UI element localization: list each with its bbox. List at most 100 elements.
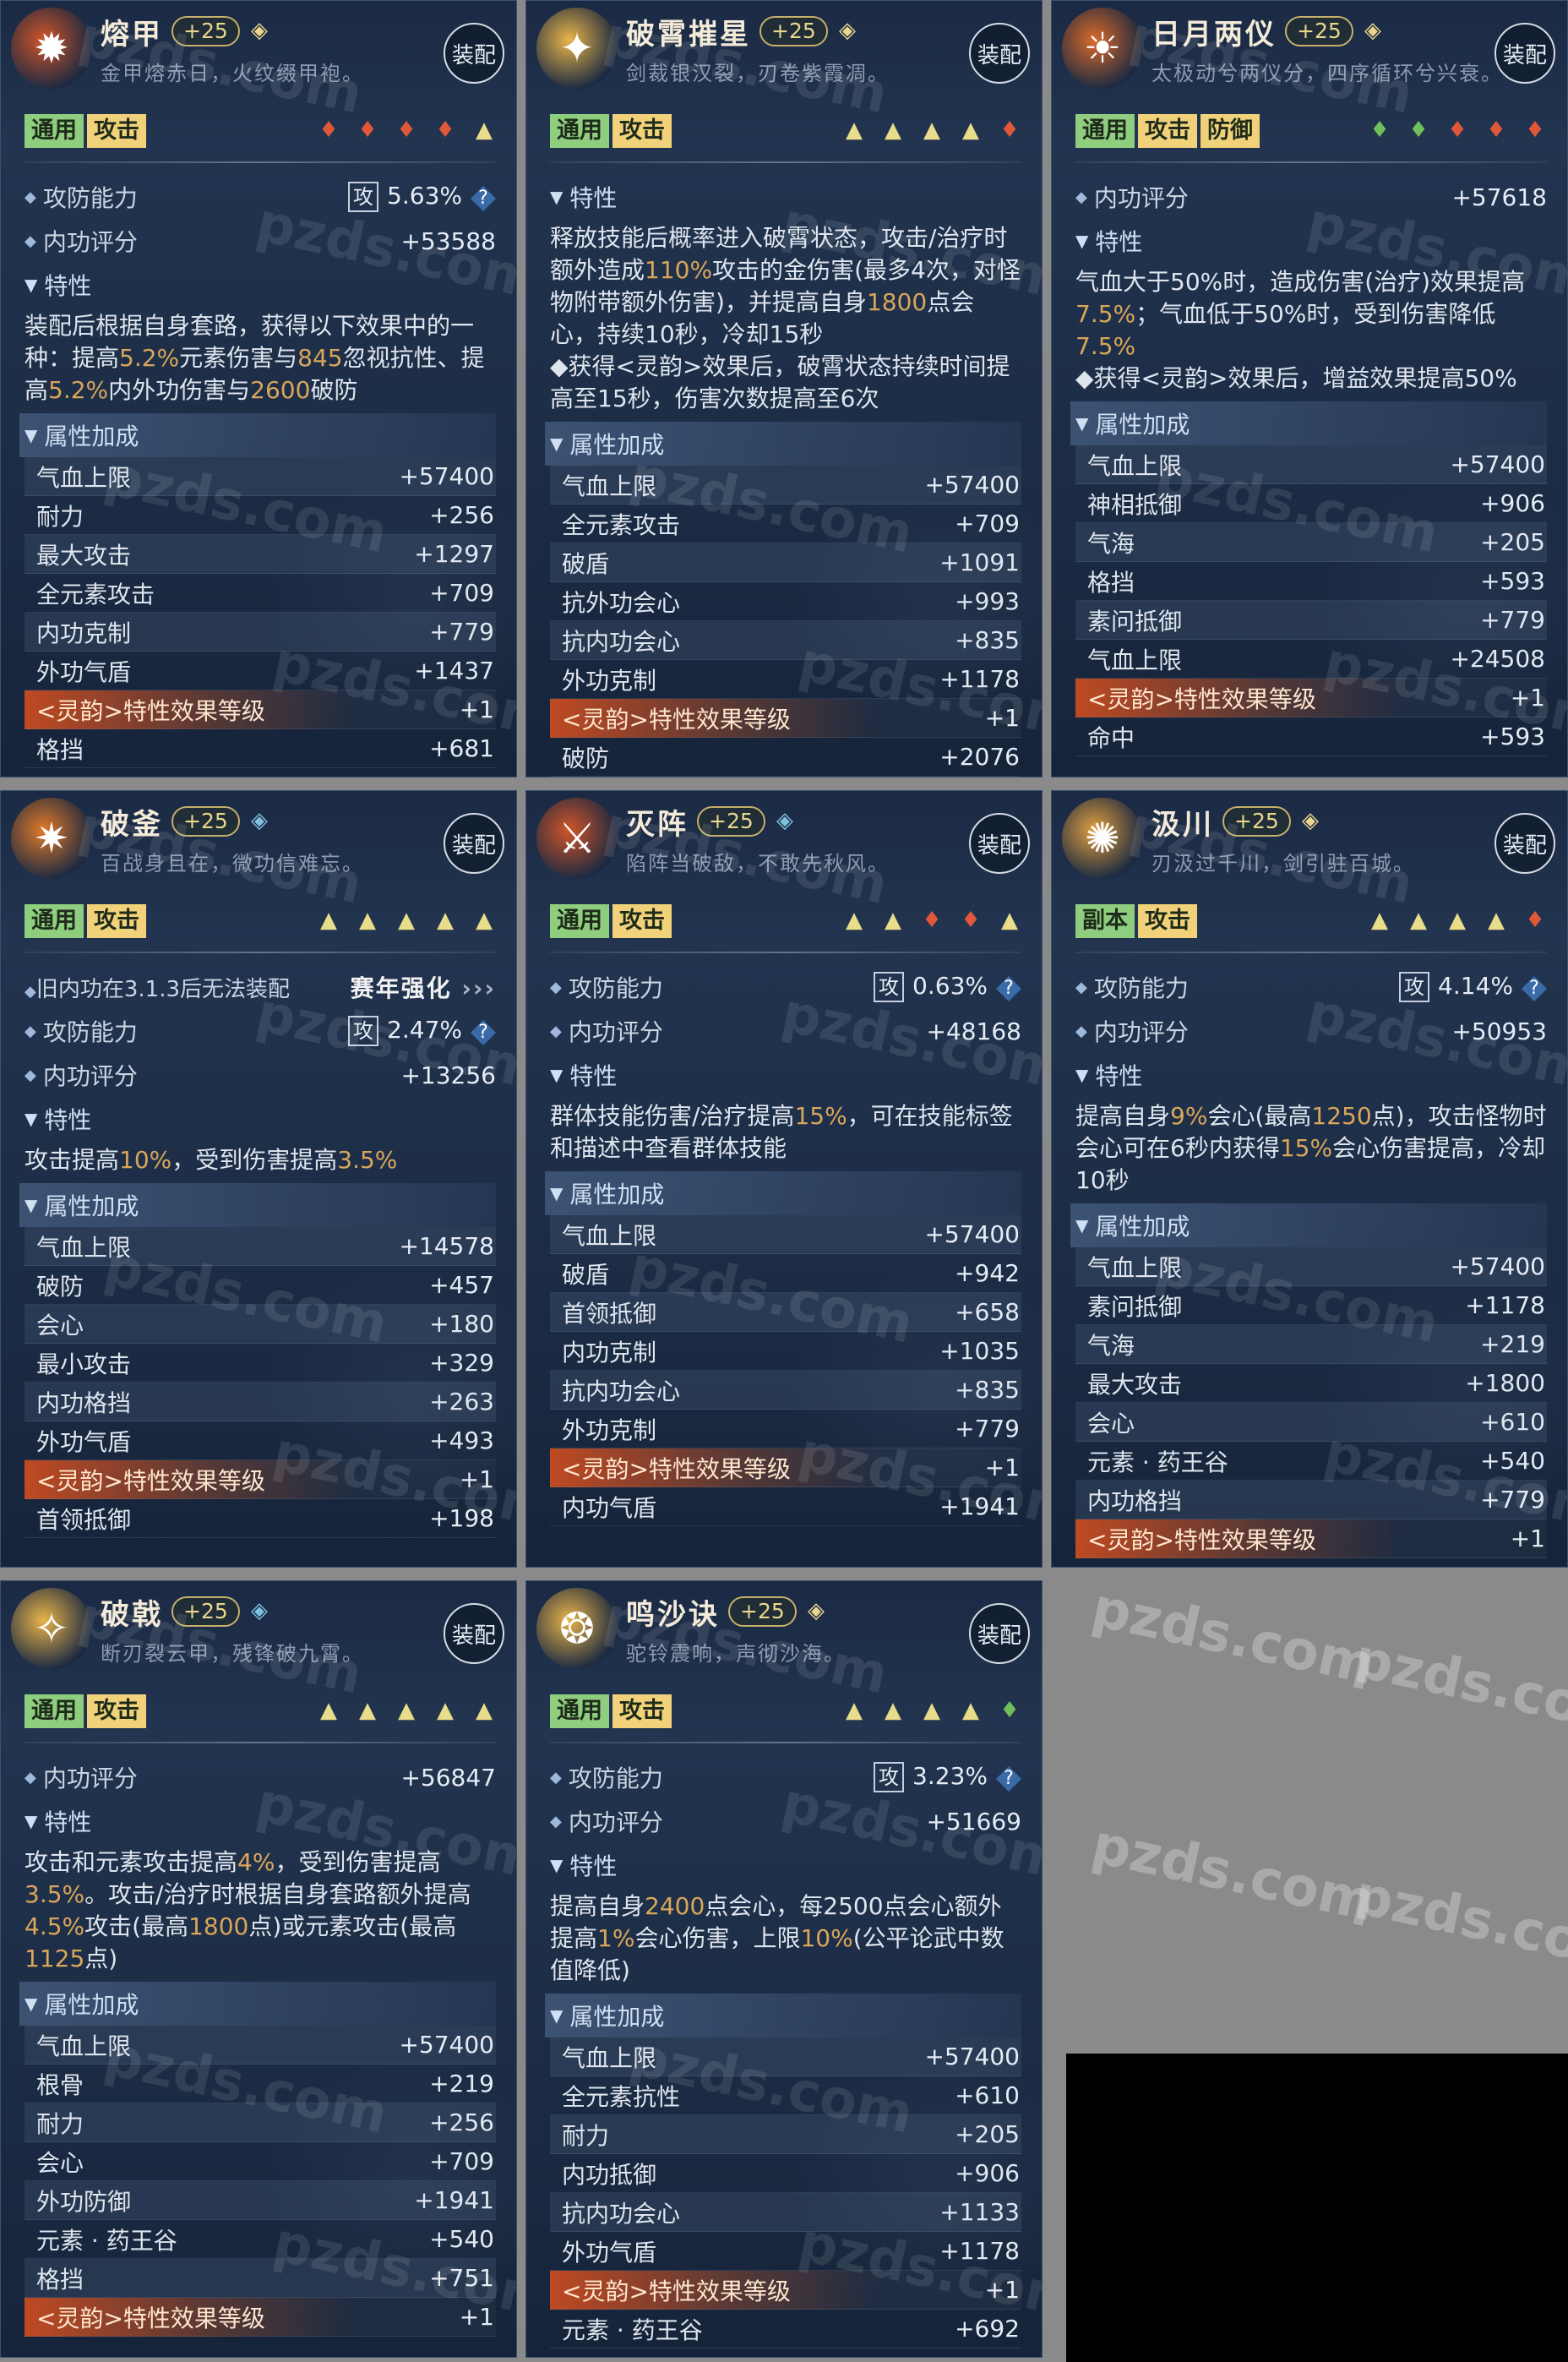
stat-value: +1	[1510, 1525, 1545, 1552]
stat-row: 命中 +593	[1075, 717, 1547, 756]
triangle-icon: ▲	[1410, 908, 1427, 933]
stat-row: <灵韵>特性效果等级 +1	[24, 690, 496, 729]
stat-row: 外功防御 +1941	[24, 2181, 496, 2220]
flame-icon: ♦	[922, 908, 942, 933]
equipment-card[interactable]: ⚔ 灭阵 +25 ◈ 陷阵当破敌，不敢先秋风。 装配 通用 攻击 ▲ ▲ ♦ ♦ ▲ ◆ 攻防能力 攻 0.63…	[525, 790, 1043, 1568]
trait-header[interactable]: ▼ 特性	[550, 1053, 1021, 1097]
desc-seg: 气血大于50%时，造成伤害(治疗)效果提高	[1075, 268, 1526, 296]
stat-name: <灵韵>特性效果等级	[36, 2304, 265, 2332]
trait-header[interactable]: ▼ 特性	[24, 263, 496, 307]
bonus-header[interactable]: ▼ 属性加成	[19, 1982, 496, 2026]
score-value: +53588	[400, 226, 496, 255]
stat-name: <灵韵>特性效果等级	[1087, 685, 1316, 713]
score-label-wrap: ◆ 内功评分	[550, 1014, 663, 1048]
equipment-card[interactable]: ✧ 破戟 +25 ◈ 断刃裂云甲，残锋破九霄。 装配 通用 攻击 ▲ ▲ ▲ ▲ ▲ ◆ 内功评分 +5684…	[0, 1580, 517, 2358]
stat-row: <灵韵>特性效果等级 +1	[550, 2271, 1021, 2310]
stat-value: +1178	[939, 2237, 1020, 2265]
stat-row: 破防 +2076	[550, 738, 1021, 777]
stat-name: 最大攻击	[1087, 1370, 1183, 1399]
equip-button[interactable]: 装配	[969, 23, 1030, 84]
bonus-header[interactable]: ▼ 属性加成	[19, 413, 496, 457]
help-icon[interactable]: ?	[996, 976, 1021, 1001]
stat-name: 全元素攻击	[36, 580, 155, 608]
stat-value: +180	[429, 1310, 494, 1338]
note-right-text: 赛年强化	[350, 974, 452, 1002]
equipment-card[interactable]: ✹ 熔甲 +25 ◈ 金甲熔赤日，火纹缀甲袍。 装配 通用 攻击 ♦ ♦ ♦ ♦ ▲ ◆ 攻防能力 攻 5.63…	[0, 0, 517, 777]
card-name: 熔甲	[101, 18, 163, 52]
equip-button[interactable]: 装配	[444, 1603, 504, 1664]
trait-header[interactable]: ▼ 特性	[1075, 1053, 1547, 1097]
triangle-icon: ▲	[1449, 908, 1466, 933]
stat-name: 会心	[1087, 1409, 1135, 1437]
score-label: 内功评分	[1093, 1018, 1189, 1046]
equipment-card[interactable]: ✷ 破釜 +25 ◈ 百战身且在，微功信难忘。 装配 通用 攻击 ▲ ▲ ▲ ▲ ▲ ◆旧内功在3.1.3…	[0, 790, 517, 1568]
equipment-card[interactable]: ✦ 破霄摧星 +25 ◈ 剑裁银汉裂，刃卷紫霞凋。 装配 通用 攻击 ▲ ▲ ▲ ▲ ♦ ▼ 特性 释放技能后…	[525, 0, 1043, 777]
bonus-header[interactable]: ▼ 属性加成	[545, 1994, 1021, 2037]
stat-row: 破盾 +942	[550, 1254, 1021, 1293]
trait-header[interactable]: ▼ 特性	[24, 1097, 496, 1141]
stat-row: <灵韵>特性效果等级 +1	[550, 699, 1021, 738]
equipment-card[interactable]: ✺ 汲川 +25 ◈ 刃汲过千川，剑引驻百城。 装配 副本 攻击 ▲ ▲ ▲ ▲ ♦ ◆ 攻防能力 攻 4.14…	[1051, 790, 1568, 1568]
help-icon[interactable]: ?	[996, 1766, 1021, 1792]
stat-name: 破盾	[562, 1260, 610, 1289]
card-body: ◆ 攻防能力 攻 5.63%? ◆ 内功评分 +53588 ▼ 特性 装配后根据自身套路，获得以下…	[19, 175, 496, 768]
stat-row: 神相抵御 +906	[1075, 484, 1547, 523]
stat-value: +1	[984, 2276, 1020, 2304]
bonus-header[interactable]: ▼ 属性加成	[1070, 1203, 1547, 1247]
score-label-wrap: ◆ 内功评分	[24, 1760, 138, 1794]
equip-button[interactable]: 装配	[1494, 23, 1555, 84]
help-icon[interactable]: ?	[1522, 976, 1547, 1001]
equip-button[interactable]: 装配	[1494, 813, 1555, 874]
help-icon[interactable]: ?	[471, 186, 496, 211]
bonus-header[interactable]: ▼ 属性加成	[545, 1171, 1021, 1215]
card-body: ◆ 攻防能力攻 0.63%? ◆ 内功评分 +48168 ▼ 特性 群体技能伤害/治疗提高15%…	[545, 965, 1021, 1526]
card-subtitle: 陷阵当破敌，不敢先秋风。	[626, 852, 890, 876]
stat-row: 气血上限 +57400	[550, 466, 1021, 505]
element-slots: ♦ ♦ ♦ ♦ ♦	[1368, 117, 1547, 143]
stat-row: 气海 +205	[1075, 523, 1547, 562]
tag-row: 通用 攻击	[24, 114, 146, 148]
stat-value: +540	[429, 2225, 494, 2253]
bonus-header[interactable]: ▼ 属性加成	[545, 422, 1021, 466]
stat-value: +1800	[1465, 1369, 1545, 1397]
gem-icon: ◈	[808, 1598, 825, 1623]
triangle-icon: ▲	[962, 1698, 979, 1723]
equip-button[interactable]: 装配	[444, 23, 504, 84]
score-row: ◆ 内功评分 +53588	[24, 219, 496, 263]
help-icon[interactable]: ?	[471, 1020, 496, 1045]
trait-extra: ◆获得<灵韵>效果后，破霄状态持续时间提高至15秒，伤害次数提高至6次	[550, 352, 1010, 412]
stat-row: 破防 +457	[24, 1266, 496, 1305]
stat-name: 内功克制	[562, 1338, 657, 1366]
attack-label: 攻防能力	[568, 1765, 663, 1792]
gong-badge: 攻	[1399, 972, 1430, 1002]
card-header: ✺ 汲川 +25 ◈ 刃汲过千川，剑引驻百城。 装配	[1052, 791, 1567, 879]
equip-button[interactable]: 装配	[444, 813, 504, 874]
bonus-header[interactable]: ▼ 属性加成	[1070, 401, 1547, 445]
trait-header[interactable]: ▼ 特性	[1075, 219, 1547, 263]
card-name: 破戟	[101, 1598, 163, 1632]
trait-header[interactable]: ▼ 特性	[550, 1843, 1021, 1887]
bonus-header[interactable]: ▼ 属性加成	[19, 1183, 496, 1227]
tag-row: 通用 攻击	[24, 904, 146, 938]
desc-seg: 群体技能伤害/治疗提高	[550, 1102, 795, 1130]
trait-header[interactable]: ▼ 特性	[24, 1799, 496, 1843]
trait-header-label: 特性	[569, 184, 618, 212]
stat-row: 气血上限 +57400	[24, 457, 496, 496]
equip-button[interactable]: 装配	[969, 813, 1030, 874]
equipment-card[interactable]: ☀ 日月两仪 +25 ◈ 太极动兮两仪分，四序循环兮兴衰。 装配 通用 攻击 防御 ♦ ♦ ♦ ♦ ♦ ◆ 内…	[1051, 0, 1568, 777]
equipment-card[interactable]: ❂ 鸣沙诀 +25 ◈ 驼铃震响，声彻沙海。 装配 通用 攻击 ▲ ▲ ▲ ▲ ♦ ◆ 攻防能力 攻 3.23%…	[525, 1580, 1043, 2358]
stat-name: 气海	[1087, 1331, 1135, 1360]
stat-row: 气血上限 +14578	[24, 1227, 496, 1266]
trait-header[interactable]: ▼ 特性	[550, 175, 1021, 219]
legacy-note[interactable]: ◆旧内功在3.1.3后无法装配 赛年强化 ›››	[24, 965, 496, 1009]
tag-0: 通用	[550, 114, 609, 148]
diamond-icon: ◆	[24, 188, 36, 206]
stat-value: +57400	[924, 2043, 1020, 2070]
stat-name: 气海	[1087, 529, 1135, 558]
equip-button[interactable]: 装配	[969, 1603, 1030, 1664]
stat-name: 根骨	[36, 2070, 84, 2099]
stat-row: 外功气盾 +1178	[550, 2232, 1021, 2271]
bonus-header-label: 属性加成	[44, 1192, 139, 1220]
attack-ability-row: ◆ 攻防能力 攻 0.63%?	[550, 965, 1021, 1009]
stat-name: 气血上限	[562, 2043, 657, 2072]
